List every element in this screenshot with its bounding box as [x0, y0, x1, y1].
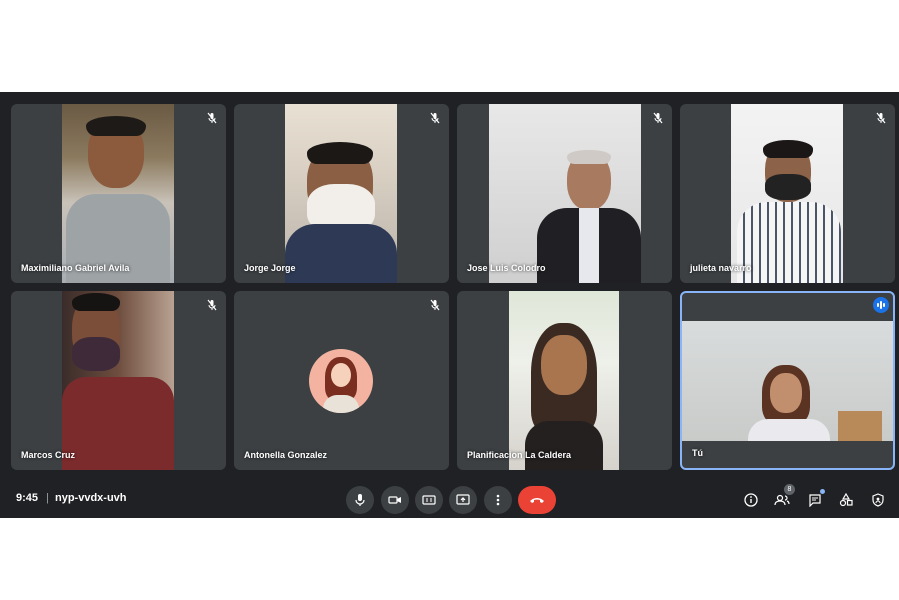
participant-name: Maximiliano Gabriel Avila: [21, 263, 130, 273]
participant-tile[interactable]: Marcos Cruz: [11, 291, 226, 470]
activities-icon: [839, 493, 853, 507]
present-screen-button[interactable]: [449, 486, 477, 514]
more-options-icon: [496, 494, 500, 506]
participant-video: [731, 104, 843, 283]
participant-name: Jose Luis Colodro: [467, 263, 546, 273]
participant-tile[interactable]: Antonella Gonzalez: [234, 291, 449, 470]
participant-tile[interactable]: Maximiliano Gabriel Avila: [11, 104, 226, 283]
present-screen-icon: [456, 494, 470, 505]
mic-off-icon: [207, 299, 217, 311]
end-call-icon: [530, 498, 544, 503]
host-controls-button[interactable]: [868, 490, 888, 510]
meeting-code: nyp-vvdx-uvh: [55, 492, 127, 504]
participant-tile[interactable]: Jose Luis Colodro: [457, 104, 672, 283]
mic-off-icon: [430, 299, 440, 311]
participant-tile-self[interactable]: Tú: [680, 291, 895, 470]
camera-button[interactable]: [381, 486, 409, 514]
speaking-indicator-icon: [873, 297, 889, 313]
participant-video: [62, 291, 174, 470]
avatar: [309, 349, 373, 413]
participant-count-badge: 8: [784, 484, 795, 495]
unread-dot: [820, 489, 825, 494]
participant-tile[interactable]: julieta navarro: [680, 104, 895, 283]
chat-icon: [809, 494, 821, 507]
info-button[interactable]: [741, 490, 761, 510]
participant-name: Antonella Gonzalez: [244, 450, 328, 460]
participant-name: Jorge Jorge: [244, 263, 296, 273]
participant-video: [509, 291, 619, 470]
people-icon: [774, 494, 790, 506]
participant-name: Marcos Cruz: [21, 450, 76, 460]
meet-window: Maximiliano Gabriel Avila Jorge Jorge Jo…: [0, 92, 899, 518]
participant-tile[interactable]: Jorge Jorge: [234, 104, 449, 283]
camera-icon: [388, 496, 401, 504]
separator: |: [46, 492, 49, 504]
activities-button[interactable]: [836, 490, 856, 510]
host-controls-icon: [872, 493, 884, 507]
mic-off-icon: [876, 112, 886, 124]
mic-off-icon: [653, 112, 663, 124]
mic-off-icon: [430, 112, 440, 124]
more-options-button[interactable]: [484, 486, 512, 514]
captions-button[interactable]: [415, 486, 443, 514]
participant-video: [285, 104, 397, 283]
mic-off-icon: [207, 112, 217, 124]
participant-name: Planificacion La Caldera: [467, 450, 572, 460]
people-button[interactable]: 8: [772, 484, 795, 510]
participant-name: Tú: [692, 448, 703, 458]
chat-button[interactable]: [805, 489, 825, 510]
participant-tile[interactable]: Planificacion La Caldera: [457, 291, 672, 470]
participant-video: [489, 104, 641, 283]
info-icon: [744, 493, 758, 507]
bottom-bar: 9:45 | nyp-vvdx-uvh 8: [0, 482, 899, 518]
participant-video: [62, 104, 174, 283]
participant-name: julieta navarro: [690, 263, 752, 273]
self-video: [682, 321, 893, 441]
microphone-button[interactable]: [346, 486, 374, 514]
captions-icon: [422, 495, 436, 505]
microphone-icon: [355, 494, 365, 506]
end-call-button[interactable]: [518, 486, 556, 514]
clock-time: 9:45: [16, 492, 39, 504]
